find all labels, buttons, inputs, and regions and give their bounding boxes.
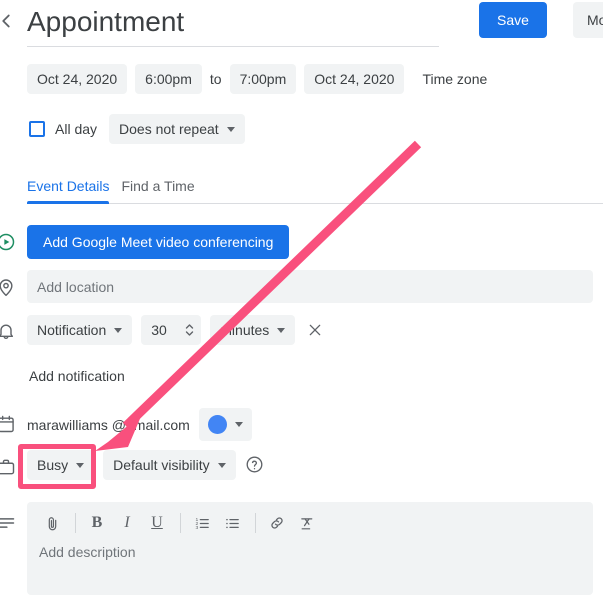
video-camera-icon xyxy=(0,232,16,252)
help-circle-icon xyxy=(246,456,263,473)
remove-notification-button[interactable] xyxy=(304,319,326,341)
bulleted-list-icon[interactable] xyxy=(219,510,245,536)
add-notification-button[interactable]: Add notification xyxy=(29,368,125,384)
chevron-left-icon xyxy=(2,14,10,28)
toolbar-divider xyxy=(255,513,256,533)
link-icon[interactable] xyxy=(264,510,290,536)
description-panel: B I U 1 2 3 Add description xyxy=(27,502,593,595)
chevron-down-icon xyxy=(217,462,226,468)
numbered-list-icon[interactable]: 1 2 3 xyxy=(189,510,215,536)
bell-icon xyxy=(0,321,16,341)
chevron-down-icon xyxy=(277,327,286,333)
end-date-field[interactable]: Oct 24, 2020 xyxy=(304,64,405,94)
stepper-arrows-icon[interactable] xyxy=(183,322,195,338)
italic-icon[interactable]: I xyxy=(114,510,140,536)
bold-icon[interactable]: B xyxy=(84,510,110,536)
attach-icon[interactable] xyxy=(39,510,65,536)
end-time-field[interactable]: 7:00pm xyxy=(229,64,297,94)
timezone-button[interactable]: Time zone xyxy=(422,71,487,87)
notification-row: Notification 30 minutes xyxy=(27,315,326,345)
notification-unit-dropdown[interactable]: minutes xyxy=(210,315,296,345)
notification-amount-value: 30 xyxy=(151,322,167,338)
description-lines-icon xyxy=(0,513,16,533)
tabs-divider xyxy=(27,203,603,204)
event-color-dropdown[interactable] xyxy=(198,408,252,441)
recurrence-dropdown[interactable]: Does not repeat xyxy=(109,114,245,144)
visibility-dropdown[interactable]: Default visibility xyxy=(103,450,236,480)
start-date-field[interactable]: Oct 24, 2020 xyxy=(27,64,128,94)
allday-row: All day Does not repeat xyxy=(29,114,245,144)
back-button[interactable] xyxy=(0,8,19,34)
notification-amount-stepper[interactable]: 30 xyxy=(141,315,202,345)
description-input[interactable]: Add description xyxy=(27,544,593,560)
availability-row: Busy Default visibility xyxy=(27,450,265,480)
toolbar-divider xyxy=(180,513,181,533)
add-google-meet-button[interactable]: Add Google Meet video conferencing xyxy=(27,225,290,259)
more-actions-button[interactable]: More xyxy=(573,2,603,38)
event-title-field[interactable]: Appointment xyxy=(27,2,439,47)
chevron-down-icon xyxy=(76,462,85,468)
to-label: to xyxy=(209,71,222,87)
notification-type-label: Notification xyxy=(37,322,107,338)
notification-type-dropdown[interactable]: Notification xyxy=(27,315,133,345)
save-button[interactable]: Save xyxy=(479,2,547,38)
tab-event-details[interactable]: Event Details xyxy=(27,178,110,204)
visibility-label: Default visibility xyxy=(113,457,210,473)
schedule-row: Oct 24, 2020 6:00pm to 7:00pm Oct 24, 20… xyxy=(27,64,487,94)
location-pin-icon xyxy=(0,277,16,297)
owner-email-label[interactable]: marawilliams @gmail.com xyxy=(27,417,190,433)
remove-formatting-icon[interactable] xyxy=(294,510,320,536)
briefcase-icon xyxy=(0,457,16,477)
calendar-icon xyxy=(0,414,16,434)
notification-unit-label: minutes xyxy=(220,322,270,338)
recurrence-label: Does not repeat xyxy=(119,121,219,137)
calendar-owner-row: marawilliams @gmail.com xyxy=(27,408,252,441)
underline-icon[interactable]: U xyxy=(144,510,170,536)
event-editor-header: Appointment Save More xyxy=(0,0,603,56)
start-time-field[interactable]: 6:00pm xyxy=(135,64,202,94)
busy-label: Busy xyxy=(37,457,69,473)
page-title: Appointment xyxy=(27,6,185,37)
editor-tabs: Event Details Find a Time xyxy=(27,178,603,204)
tabstrip: Event Details Find a Time xyxy=(27,178,603,204)
all-day-checkbox[interactable] xyxy=(29,121,45,137)
all-day-label: All day xyxy=(55,121,98,137)
close-icon xyxy=(309,324,321,336)
title-underline xyxy=(27,46,439,47)
svg-text:3: 3 xyxy=(195,525,198,531)
help-button[interactable] xyxy=(245,455,265,475)
chevron-down-icon xyxy=(226,126,235,132)
chevron-down-icon xyxy=(234,422,243,427)
color-swatch-icon xyxy=(207,415,227,434)
description-toolbar: B I U 1 2 3 xyxy=(27,502,593,544)
tab-find-a-time[interactable]: Find a Time xyxy=(121,178,194,204)
location-input[interactable]: Add location xyxy=(27,270,593,303)
chevron-down-icon xyxy=(114,327,123,333)
toolbar-divider xyxy=(75,513,76,533)
busy-dropdown[interactable]: Busy xyxy=(27,450,95,480)
